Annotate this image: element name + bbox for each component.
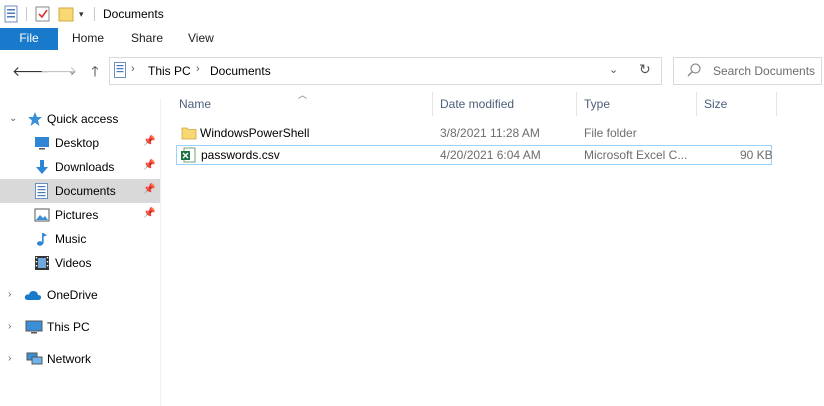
- chevron-right-icon[interactable]: ›: [8, 353, 18, 365]
- pin-icon[interactable]: 📌: [143, 208, 155, 222]
- desktop-icon: [34, 135, 50, 151]
- window-title: Documents: [103, 7, 164, 21]
- new-folder-icon[interactable]: [58, 5, 74, 23]
- file-name: WindowsPowerShell: [200, 126, 310, 140]
- breadcrumb-separator-icon[interactable]: ›: [131, 63, 135, 75]
- cloud-icon: [24, 287, 42, 303]
- column-header-size[interactable]: Size: [704, 97, 727, 111]
- chevron-right-icon[interactable]: ›: [8, 289, 18, 301]
- file-type: Microsoft Excel C...: [584, 148, 688, 162]
- column-divider[interactable]: [432, 92, 433, 116]
- breadcrumb-this-pc[interactable]: This PC: [148, 64, 191, 78]
- tab-file[interactable]: File: [0, 28, 58, 50]
- chevron-down-icon[interactable]: ⌄: [9, 113, 19, 125]
- refresh-icon: ↻: [639, 61, 651, 77]
- tab-home[interactable]: Home: [72, 28, 104, 50]
- excel-icon: [180, 147, 196, 163]
- title-bar: ▾ Documents: [0, 0, 824, 28]
- network-icon: [25, 351, 43, 367]
- search-box[interactable]: Search Documents: [673, 57, 822, 85]
- sidebar-item-this-pc[interactable]: › This PC: [0, 315, 160, 339]
- navigation-pane: ⌄ Quick access Desktop 📌 Downloads 📌 Doc…: [0, 98, 161, 406]
- file-date-modified: 3/8/2021 11:28 AM: [440, 126, 540, 140]
- search-icon: [686, 62, 702, 78]
- pin-icon[interactable]: 📌: [143, 184, 155, 198]
- column-header-type[interactable]: Type: [584, 97, 610, 111]
- column-divider[interactable]: [696, 92, 697, 116]
- column-divider[interactable]: [576, 92, 577, 116]
- search-input[interactable]: Search Documents: [713, 64, 815, 78]
- file-list-pane: ︿ Name Date modified Type Size WindowsPo…: [161, 90, 824, 406]
- file-type: File folder: [584, 126, 637, 140]
- checkmark-icon[interactable]: [35, 5, 51, 23]
- ribbon-tabs: File Home Share View: [0, 28, 824, 51]
- sidebar-item-quick-access[interactable]: ⌄ Quick access: [0, 107, 160, 131]
- customize-toolbar-icon[interactable]: ▾: [79, 5, 89, 23]
- sidebar-item-network[interactable]: › Network: [0, 347, 160, 371]
- sidebar-item-documents[interactable]: Documents 📌: [0, 179, 160, 203]
- chevron-right-icon[interactable]: ›: [8, 321, 18, 333]
- properties-icon[interactable]: [4, 5, 18, 23]
- forward-arrow-icon[interactable]: 🡒: [40, 63, 78, 79]
- sort-ascending-icon: ︿: [298, 90, 308, 100]
- computer-icon: [25, 319, 43, 335]
- recent-locations-icon[interactable]: ⌄: [63, 63, 81, 79]
- file-row[interactable]: WindowsPowerShell 3/8/2021 11:28 AM File…: [176, 123, 772, 143]
- pictures-icon: [34, 207, 50, 223]
- pin-icon[interactable]: 📌: [143, 136, 155, 150]
- sidebar-item-pictures[interactable]: Pictures 📌: [0, 203, 160, 227]
- download-icon: [34, 159, 50, 175]
- videos-icon: [34, 255, 50, 271]
- breadcrumb-separator-icon[interactable]: ›: [196, 63, 200, 75]
- back-arrow-icon[interactable]: 🡐: [12, 63, 50, 79]
- pin-icon[interactable]: 📌: [143, 160, 155, 174]
- tab-share[interactable]: Share: [131, 28, 163, 50]
- file-size: 90 KB: [740, 148, 773, 162]
- file-row[interactable]: passwords.csv 4/20/2021 6:04 AM Microsof…: [176, 145, 773, 165]
- address-dropdown-icon[interactable]: ⌄: [609, 63, 618, 76]
- column-divider[interactable]: [776, 92, 777, 116]
- documents-icon: [35, 183, 51, 199]
- address-bar[interactable]: › This PC › Documents ⌄: [109, 57, 662, 85]
- column-header-name[interactable]: Name: [179, 97, 211, 111]
- sidebar-item-downloads[interactable]: Downloads 📌: [0, 155, 160, 179]
- column-header-date-modified[interactable]: Date modified: [440, 97, 514, 111]
- sidebar-item-music[interactable]: Music: [0, 227, 160, 251]
- up-arrow-icon[interactable]: 🡑: [86, 63, 104, 79]
- sidebar-item-videos[interactable]: Videos: [0, 251, 160, 275]
- file-name: passwords.csv: [201, 148, 280, 162]
- folder-icon: [181, 125, 197, 141]
- star-icon: [27, 111, 43, 127]
- sidebar-item-desktop[interactable]: Desktop 📌: [0, 131, 160, 155]
- location-icon: [114, 62, 126, 78]
- music-icon: [34, 231, 50, 247]
- sidebar-item-onedrive[interactable]: › OneDrive: [0, 283, 160, 307]
- file-date-modified: 4/20/2021 6:04 AM: [440, 148, 541, 162]
- tab-view[interactable]: View: [188, 28, 214, 50]
- breadcrumb-documents[interactable]: Documents: [210, 64, 271, 78]
- refresh-button[interactable]: ↻: [634, 58, 658, 82]
